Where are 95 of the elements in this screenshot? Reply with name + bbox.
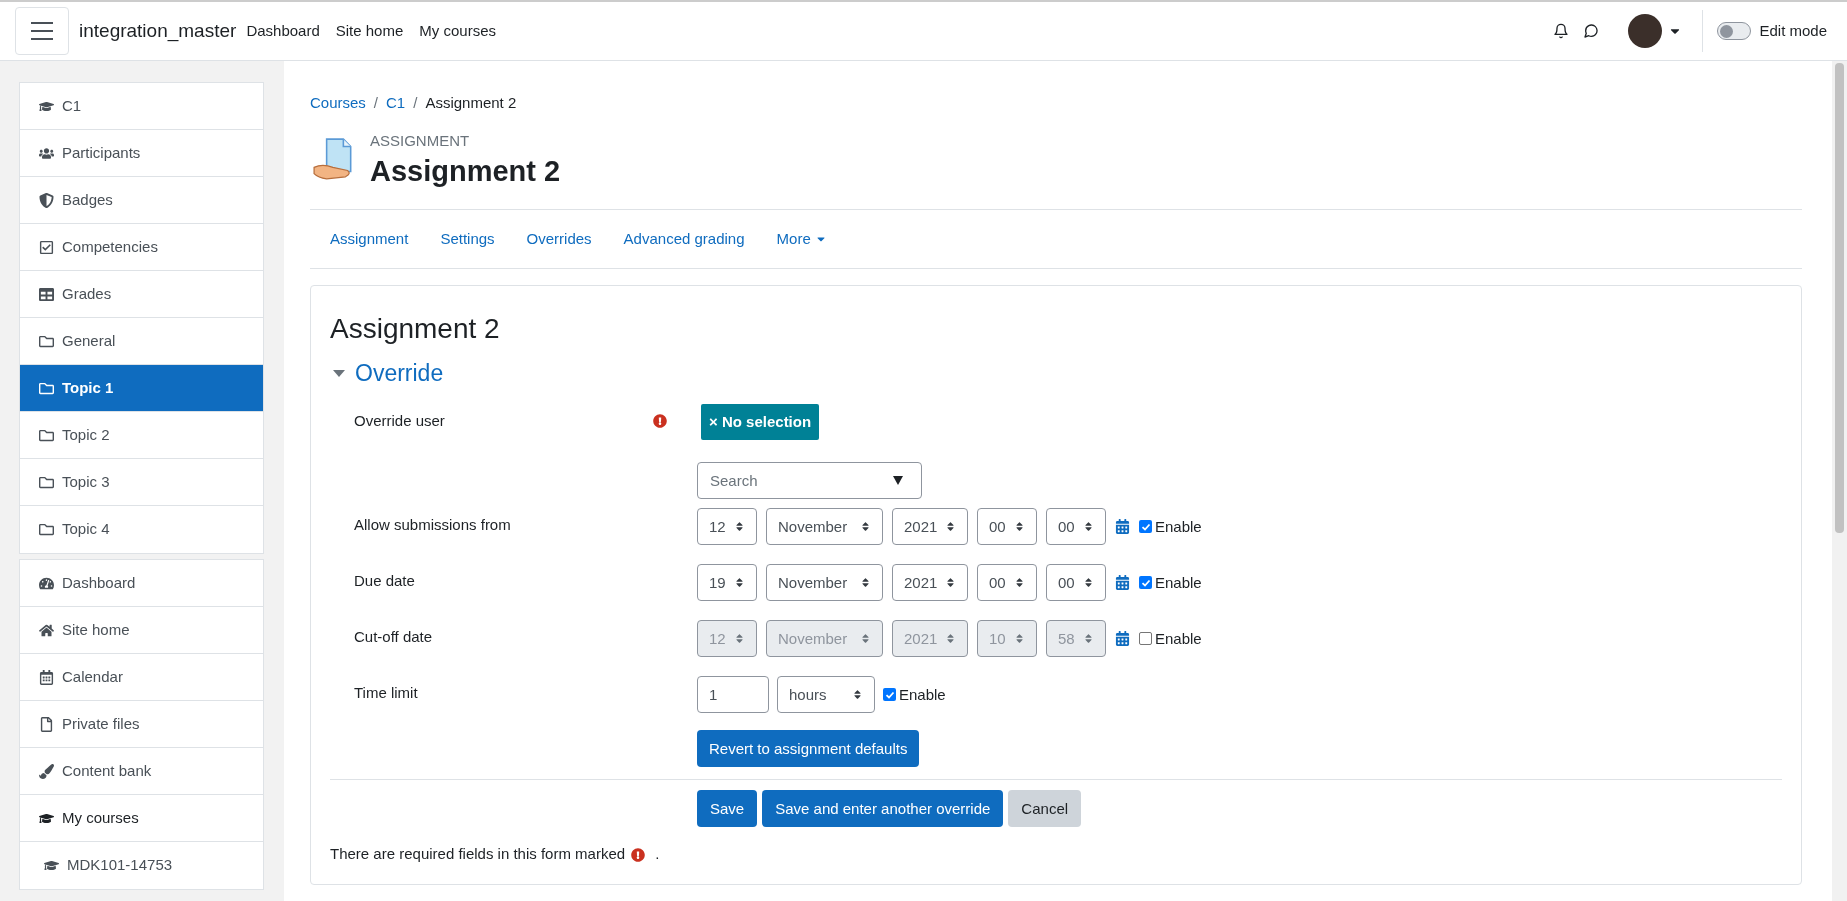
- field-label: Override user: [354, 411, 445, 432]
- calendar-icon[interactable]: [1115, 575, 1130, 591]
- sort-icon: [734, 521, 745, 533]
- site-name[interactable]: integration_master: [79, 16, 237, 46]
- enable-label: Enable: [1155, 628, 1202, 649]
- date-select[interactable]: 00: [1046, 564, 1106, 602]
- sort-icon: [860, 521, 871, 533]
- date-select[interactable]: 00: [977, 564, 1037, 602]
- breadcrumb-link[interactable]: C1: [386, 92, 406, 115]
- folder-icon: [39, 380, 54, 396]
- secondary-nav-tab[interactable]: More: [760, 227, 843, 251]
- date-select[interactable]: 00: [977, 508, 1037, 546]
- date-select[interactable]: November: [766, 564, 883, 602]
- date-select[interactable]: November: [766, 508, 883, 546]
- checkbox-icon: [39, 239, 54, 255]
- form-button[interactable]: Save: [697, 790, 758, 828]
- field-label: Cut-off date: [354, 627, 433, 648]
- calendar-icon[interactable]: [1115, 631, 1130, 647]
- chat-icon[interactable]: [1583, 23, 1600, 39]
- calendar-icon[interactable]: [1115, 519, 1130, 535]
- house-icon: [39, 622, 54, 638]
- duration-input[interactable]: 1: [697, 676, 769, 714]
- sort-icon: [945, 633, 956, 645]
- field-label: Time limit: [354, 683, 418, 704]
- edit-mode-switch[interactable]: [1717, 22, 1752, 40]
- secondary-nav-tab[interactable]: Settings: [424, 227, 511, 251]
- note-period: .: [655, 844, 660, 865]
- required-note: There are required fields in this form marked: [330, 844, 626, 865]
- menu-button[interactable]: [15, 7, 69, 55]
- folder-icon: [39, 427, 54, 443]
- form-title: Assignment 2: [330, 311, 501, 346]
- sort-icon: [1083, 521, 1094, 533]
- secondary-nav-tab[interactable]: Assignment: [314, 227, 425, 251]
- enable-checkbox[interactable]: [883, 688, 896, 702]
- enable-label: Enable: [1155, 516, 1202, 537]
- nav-link[interactable]: Dashboard: [246, 19, 320, 43]
- graduation-cap-icon: [44, 858, 59, 873]
- folder-icon: [39, 474, 54, 490]
- date-select[interactable]: 00: [1046, 508, 1106, 546]
- sort-icon: [1083, 577, 1094, 589]
- sort-icon: [945, 577, 956, 589]
- gauge-icon: [39, 575, 54, 591]
- breadcrumb-separator: /: [413, 93, 418, 113]
- nav-link[interactable]: Site home: [335, 19, 404, 43]
- field-label: Due date: [354, 571, 415, 592]
- file-icon: [39, 716, 54, 732]
- breadcrumb-separator: /: [373, 93, 379, 113]
- edit-mode-label: Edit mode: [1759, 20, 1827, 41]
- brush-icon: [39, 763, 54, 779]
- section-heading[interactable]: Override: [355, 355, 444, 391]
- no-selection-chip[interactable]: × No selection: [701, 404, 820, 441]
- enable-checkbox[interactable]: [1139, 520, 1152, 534]
- date-select[interactable]: 12: [697, 508, 757, 546]
- search-dropdown[interactable]: Search: [697, 462, 922, 500]
- sort-icon: [852, 689, 863, 701]
- enable-label: Enable: [899, 684, 946, 705]
- form-button[interactable]: Save and enter another override: [762, 790, 1004, 828]
- secondary-nav-tab[interactable]: Overrides: [510, 227, 608, 251]
- sort-icon: [734, 577, 745, 589]
- activity-kicker: ASSIGNMENT: [370, 130, 471, 151]
- folder-icon: [39, 522, 54, 537]
- sort-icon: [945, 521, 956, 533]
- sort-icon: [1014, 633, 1025, 645]
- sort-icon: [1014, 521, 1025, 533]
- breadcrumb-link[interactable]: Courses: [310, 92, 366, 115]
- users-icon: [39, 145, 54, 161]
- field-label: Allow submissions from: [354, 515, 511, 536]
- dropdown-triangle-icon: [893, 476, 903, 486]
- table-icon: [39, 286, 54, 302]
- shield-icon: [39, 192, 54, 208]
- date-select[interactable]: 19: [697, 564, 757, 602]
- form-button[interactable]: Cancel: [1008, 790, 1082, 828]
- bell-icon[interactable]: [1553, 23, 1570, 39]
- enable-checkbox[interactable]: [1139, 576, 1152, 590]
- collapse-caret-icon[interactable]: [333, 369, 345, 377]
- date-select[interactable]: 2021: [892, 564, 968, 602]
- unit-select[interactable]: hours: [777, 676, 875, 714]
- sort-icon: [1014, 577, 1025, 589]
- sort-icon: [1083, 633, 1094, 645]
- avatar[interactable]: [1628, 14, 1663, 48]
- calendar-icon: [39, 669, 54, 685]
- sort-icon: [734, 633, 745, 645]
- nav-link[interactable]: My courses: [419, 19, 496, 43]
- folder-icon: [39, 333, 54, 349]
- sort-icon: [860, 577, 871, 589]
- sort-icon: [860, 633, 871, 645]
- secondary-nav-tab[interactable]: Advanced grading: [607, 227, 761, 251]
- revert-defaults-button[interactable]: Revert to assignment defaults: [697, 730, 920, 768]
- enable-checkbox[interactable]: [1139, 632, 1152, 646]
- breadcrumb-current: Assignment 2: [425, 93, 517, 113]
- required-icon: [631, 847, 646, 862]
- sidebar-item[interactable]: Topic 1: [20, 365, 263, 412]
- enable-label: Enable: [1155, 572, 1202, 593]
- page-title: Assignment 2: [370, 154, 561, 189]
- date-select[interactable]: 2021: [892, 508, 968, 546]
